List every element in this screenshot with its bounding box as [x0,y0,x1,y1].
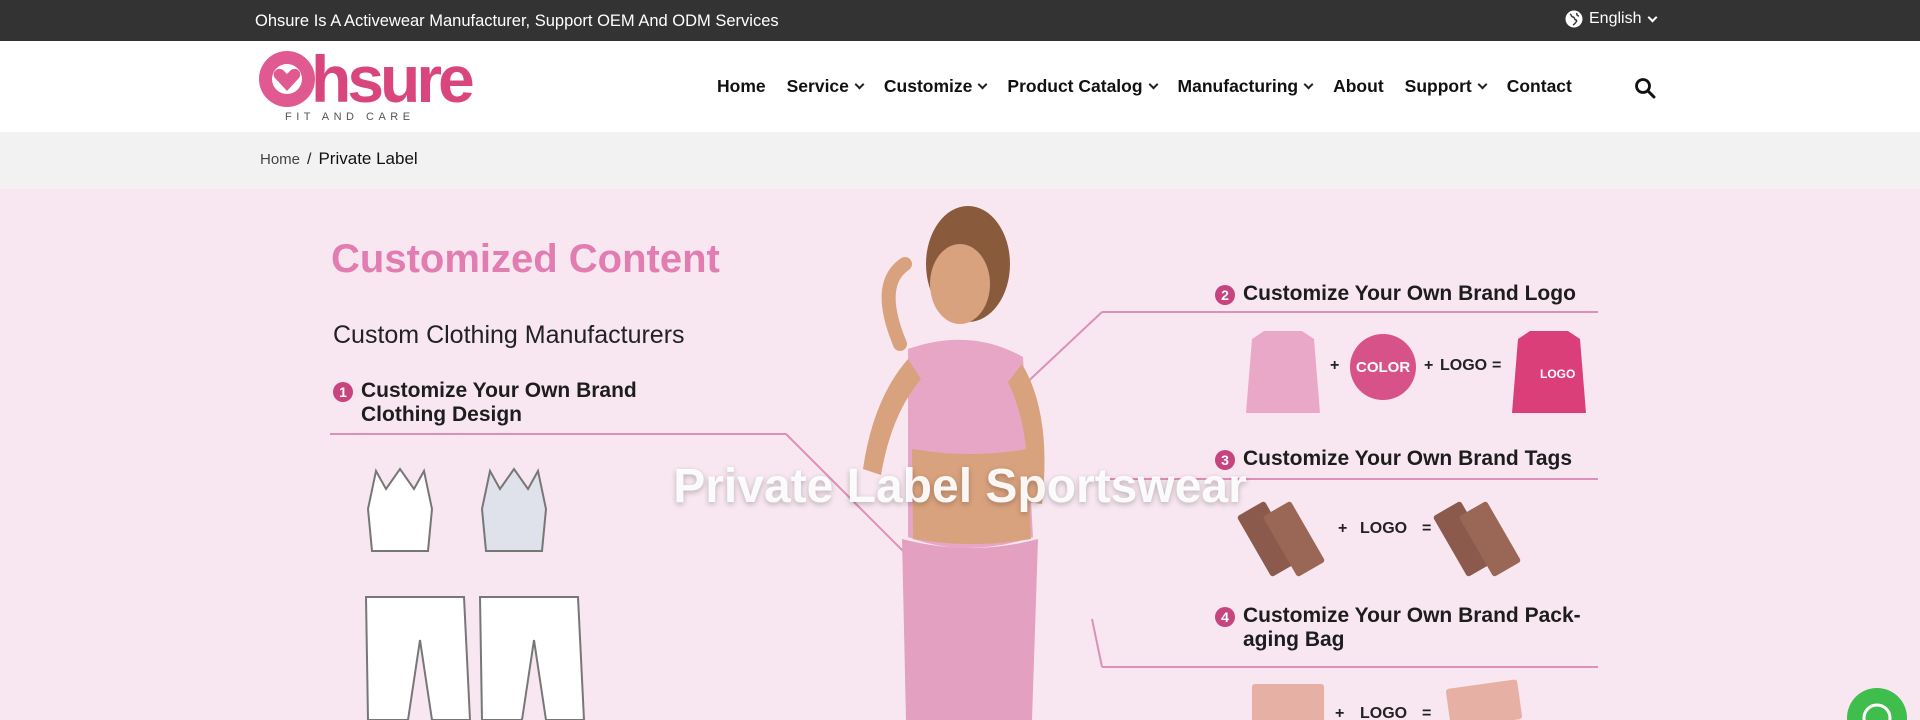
chevron-down-icon [1303,79,1314,90]
chevron-down-icon [1477,79,1488,90]
nav-manufacturing[interactable]: Manufacturing [1177,76,1314,97]
plus-sign: + [1424,357,1434,374]
site-header: hsure FIT AND CARE Home Service Customiz… [0,41,1920,132]
nav-product-catalog[interactable]: Product Catalog [1007,76,1158,97]
logo-word: LOGO [1360,520,1408,537]
nav-home[interactable]: Home [717,76,766,97]
globe-icon [1565,10,1583,28]
announcement-text: Ohsure Is A Activewear Manufacturer, Sup… [255,12,779,30]
breadcrumb-separator: / [307,151,312,168]
equals-sign: = [1492,357,1502,374]
step-title-line1: Customize Your Own Brand [361,379,637,402]
nav-product-catalog-label: Product Catalog [1007,76,1143,96]
breadcrumb-current: Private Label [318,149,418,168]
nav-service-label: Service [786,76,849,96]
nav-customize[interactable]: Customize [883,76,988,97]
plus-sign: + [1330,357,1340,374]
step-title-line1: Customize Your Own Brand Logo [1243,282,1576,305]
hero-illustration [330,206,1598,720]
heart-logo-icon [259,51,315,107]
chevron-down-icon [1648,12,1658,22]
step-2: 2 Customize Your Own Brand Logo [1215,282,1576,306]
nav-support-label: Support [1404,76,1472,96]
breadcrumb-home-link[interactable]: Home [260,151,300,168]
plus-sign: + [1335,705,1345,720]
step-1: 1 Customize Your Own Brand Clothing Desig… [333,379,637,427]
breadcrumb: Home / Private Label [260,149,418,169]
hero-subheading: Custom Clothing Manufacturers [333,321,685,349]
equals-sign: = [1422,520,1432,537]
step-number: 4 [1215,607,1235,627]
nav-service[interactable]: Service [786,76,865,97]
chevron-down-icon [1148,79,1158,90]
nav-contact-label: Contact [1506,76,1572,96]
logo-word: LOGO [1540,367,1576,381]
whatsapp-icon [1862,703,1892,720]
logo-wordmark: hsure [311,42,475,116]
equals-sign: = [1422,705,1432,720]
language-selector[interactable]: English [1565,10,1658,28]
plus-sign: + [1338,520,1348,537]
step-title-line1: Customize Your Own Brand Pack- [1243,604,1581,627]
hero-banner: Customized Content Custom Clothing Manuf… [0,189,1920,720]
step-number: 1 [333,382,353,402]
chevron-down-icon [977,79,988,90]
logo-word: LOGO [1440,357,1488,374]
step-title-line2: Clothing Design [361,403,522,426]
nav-customize-label: Customize [883,76,973,96]
language-label: English [1589,10,1642,27]
search-button[interactable] [1634,77,1656,104]
step-number: 2 [1215,285,1235,305]
step-4: 4 Customize Your Own Brand Pack-aging Ba… [1215,604,1581,652]
nav-home-label: Home [717,76,766,96]
logo-word: LOGO [1360,705,1408,720]
color-badge: COLOR [1356,359,1411,376]
brand-logo[interactable]: hsure FIT AND CARE [257,42,475,127]
nav-manufacturing-label: Manufacturing [1177,76,1299,96]
hero-title: Private Label Sportswear [673,460,1247,513]
hero-section-heading: Customized Content [331,237,720,281]
nav-contact[interactable]: Contact [1507,76,1572,97]
nav-about[interactable]: About [1333,76,1384,97]
main-navigation: Home Service Customize Product Catalog M… [717,76,1572,97]
breadcrumb-bar: Home / Private Label [0,132,1920,189]
logo-tagline: FIT AND CARE [285,111,415,123]
chevron-down-icon [854,79,865,90]
nav-support[interactable]: Support [1404,76,1488,97]
step-title-line2: aging Bag [1243,628,1345,651]
top-announcement-bar: Ohsure Is A Activewear Manufacturer, Sup… [0,0,1920,41]
search-icon [1635,78,1656,99]
whatsapp-button[interactable] [1847,688,1907,720]
nav-about-label: About [1333,76,1384,96]
